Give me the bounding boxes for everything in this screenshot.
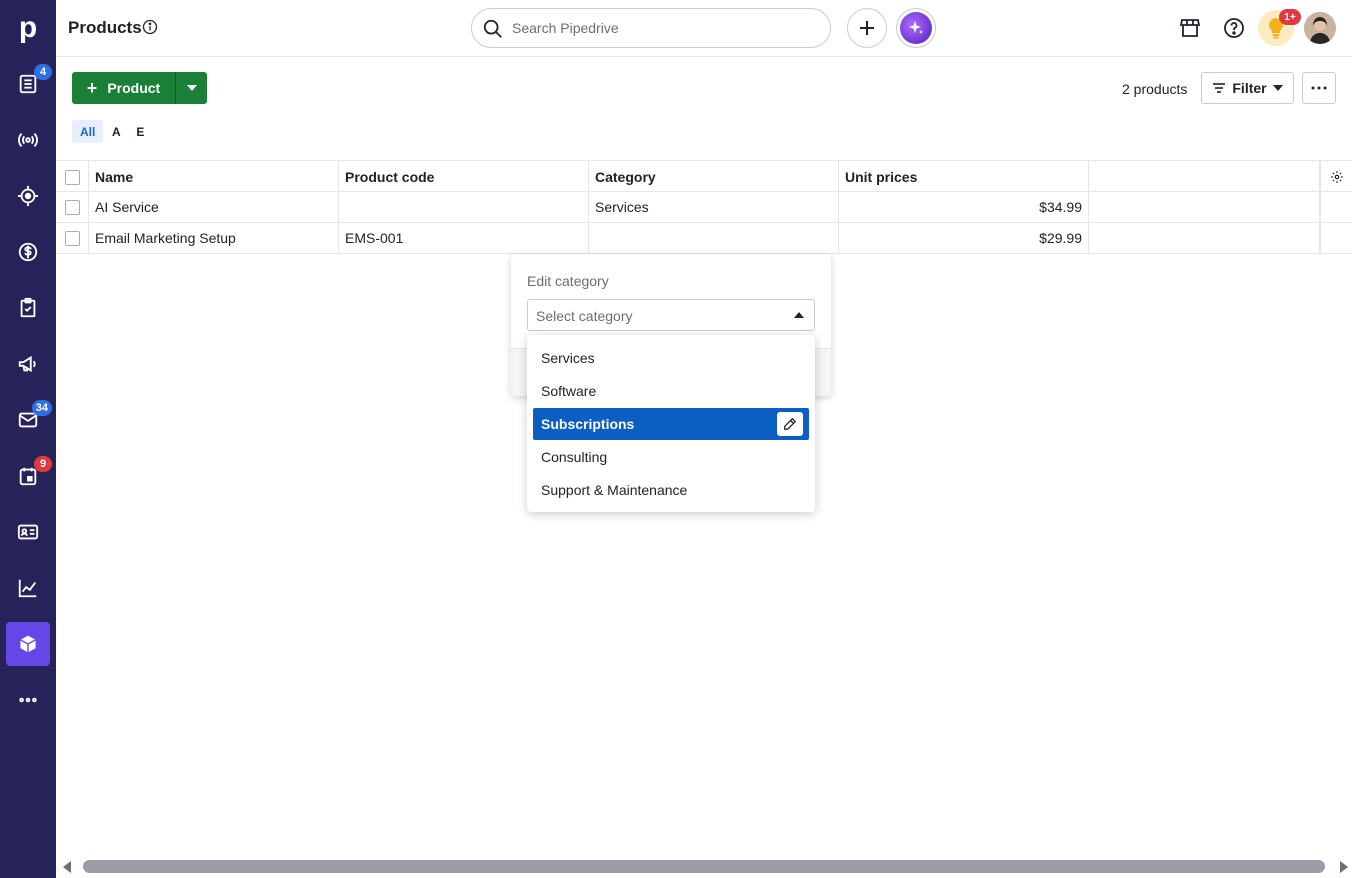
dollar-icon[interactable] bbox=[6, 230, 50, 274]
products-table: Name Product code Category Unit prices A… bbox=[56, 160, 1352, 254]
cell-name[interactable]: AI Service bbox=[89, 192, 339, 222]
letter-filter-all[interactable]: All bbox=[72, 120, 104, 143]
ai-sparkle-icon bbox=[900, 12, 932, 44]
header-checkbox-cell bbox=[56, 161, 89, 191]
caret-down-icon bbox=[186, 85, 197, 91]
row-checkbox-cell bbox=[56, 223, 89, 253]
cell-unit-price[interactable]: $29.99 bbox=[839, 223, 1089, 253]
target-icon[interactable] bbox=[6, 174, 50, 218]
top-bar: Products 1+ bbox=[56, 0, 1352, 57]
clipboard-check-icon[interactable] bbox=[6, 286, 50, 330]
option-label: Subscriptions bbox=[541, 416, 635, 432]
plus-icon bbox=[860, 21, 874, 35]
letter-filter-e[interactable]: E bbox=[129, 120, 151, 143]
column-header-product-code[interactable]: Product code bbox=[339, 161, 589, 191]
filter-button[interactable]: Filter bbox=[1201, 72, 1294, 104]
more-dots-icon[interactable] bbox=[6, 678, 50, 722]
column-header-name[interactable]: Name bbox=[89, 161, 339, 191]
table-row[interactable]: AI Service Services $34.99 bbox=[56, 192, 1352, 223]
cell-unit-price[interactable]: $34.99 bbox=[839, 192, 1089, 222]
cell-product-code[interactable] bbox=[339, 192, 589, 222]
calendar-badge: 9 bbox=[34, 456, 52, 472]
leads-badge: 4 bbox=[34, 64, 52, 80]
cell-empty bbox=[1089, 192, 1320, 222]
page-title: Products bbox=[68, 18, 142, 37]
option-label: Software bbox=[541, 383, 597, 399]
mail-icon[interactable]: 34 bbox=[6, 398, 52, 442]
user-avatar[interactable] bbox=[1304, 12, 1336, 44]
category-select[interactable]: Select category bbox=[527, 299, 815, 331]
category-options-list: Services Software Subscriptions Consulti… bbox=[527, 335, 815, 512]
category-option-software[interactable]: Software bbox=[533, 375, 809, 407]
table-header: Name Product code Category Unit prices bbox=[56, 160, 1352, 192]
pencil-icon bbox=[784, 417, 797, 430]
cell-spacer bbox=[1320, 192, 1352, 222]
marketplace-store-icon[interactable] bbox=[1176, 14, 1204, 42]
contacts-card-icon[interactable] bbox=[6, 510, 50, 554]
cell-name[interactable]: Email Marketing Setup bbox=[89, 223, 339, 253]
sidebar: p 4 34 9 bbox=[0, 0, 56, 878]
mail-badge: 34 bbox=[31, 400, 52, 416]
cell-category[interactable]: Services bbox=[589, 192, 839, 222]
option-label: Support & Maintenance bbox=[541, 482, 688, 498]
filter-icon bbox=[1213, 83, 1226, 93]
letter-filter-a[interactable]: A bbox=[105, 120, 127, 143]
caret-down-icon bbox=[1272, 85, 1283, 91]
cell-empty bbox=[1089, 223, 1320, 253]
category-option-subscriptions[interactable]: Subscriptions bbox=[533, 408, 809, 440]
products-box-icon[interactable] bbox=[6, 622, 50, 666]
cell-spacer bbox=[1320, 223, 1352, 253]
scroll-thumb[interactable] bbox=[83, 860, 1325, 873]
plus-icon: + bbox=[86, 78, 98, 98]
horizontal-scrollbar[interactable] bbox=[56, 856, 1352, 878]
pipedrive-logo[interactable]: p bbox=[0, 0, 56, 56]
insights-chart-icon[interactable] bbox=[6, 566, 50, 610]
search-box[interactable] bbox=[471, 8, 831, 48]
caret-up-icon bbox=[794, 312, 804, 318]
leads-icon[interactable]: 4 bbox=[6, 62, 52, 106]
product-count: 2 products bbox=[1122, 81, 1188, 97]
scroll-left-arrow-icon[interactable] bbox=[63, 861, 71, 873]
category-option-consulting[interactable]: Consulting bbox=[533, 441, 809, 473]
add-product-label: Product bbox=[107, 80, 161, 96]
help-icon[interactable] bbox=[1220, 14, 1248, 42]
more-options-button[interactable] bbox=[1302, 72, 1336, 104]
alphabet-filter: All A E bbox=[72, 120, 151, 143]
tips-badge: 1+ bbox=[1279, 9, 1301, 25]
add-product-dropdown-button[interactable] bbox=[175, 72, 207, 104]
select-all-checkbox[interactable] bbox=[64, 169, 80, 185]
row-checkbox-cell bbox=[56, 192, 89, 222]
search-input[interactable] bbox=[512, 17, 812, 39]
calendar-icon[interactable]: 9 bbox=[6, 454, 52, 498]
category-option-support-maintenance[interactable]: Support & Maintenance bbox=[533, 474, 809, 506]
search-icon bbox=[483, 19, 502, 38]
column-settings-button[interactable] bbox=[1320, 161, 1352, 191]
edit-category-label: Edit category bbox=[527, 273, 609, 289]
column-header-unit-prices[interactable]: Unit prices bbox=[839, 161, 1089, 191]
megaphone-icon[interactable] bbox=[6, 342, 50, 386]
option-label: Consulting bbox=[541, 449, 608, 465]
cell-category[interactable] bbox=[589, 223, 839, 253]
cell-product-code[interactable]: EMS-001 bbox=[339, 223, 589, 253]
ellipsis-icon bbox=[1311, 86, 1327, 90]
add-product-button[interactable]: + Product bbox=[72, 72, 175, 104]
gear-icon bbox=[1330, 171, 1343, 183]
filter-label: Filter bbox=[1232, 80, 1267, 96]
row-checkbox[interactable] bbox=[64, 230, 80, 246]
column-header-category[interactable]: Category bbox=[589, 161, 839, 191]
deals-radar-icon[interactable] bbox=[6, 118, 50, 162]
row-checkbox[interactable] bbox=[64, 199, 80, 215]
info-icon[interactable] bbox=[142, 19, 158, 35]
table-row[interactable]: Email Marketing Setup EMS-001 $29.99 bbox=[56, 223, 1352, 254]
column-header-empty bbox=[1089, 161, 1320, 191]
ai-assistant-button[interactable] bbox=[896, 8, 936, 48]
option-label: Services bbox=[541, 350, 595, 366]
quick-add-button[interactable] bbox=[847, 8, 887, 48]
category-select-placeholder: Select category bbox=[536, 308, 633, 324]
category-option-services[interactable]: Services bbox=[533, 342, 809, 374]
edit-option-button[interactable] bbox=[777, 412, 803, 436]
scroll-right-arrow-icon[interactable] bbox=[1340, 861, 1348, 873]
